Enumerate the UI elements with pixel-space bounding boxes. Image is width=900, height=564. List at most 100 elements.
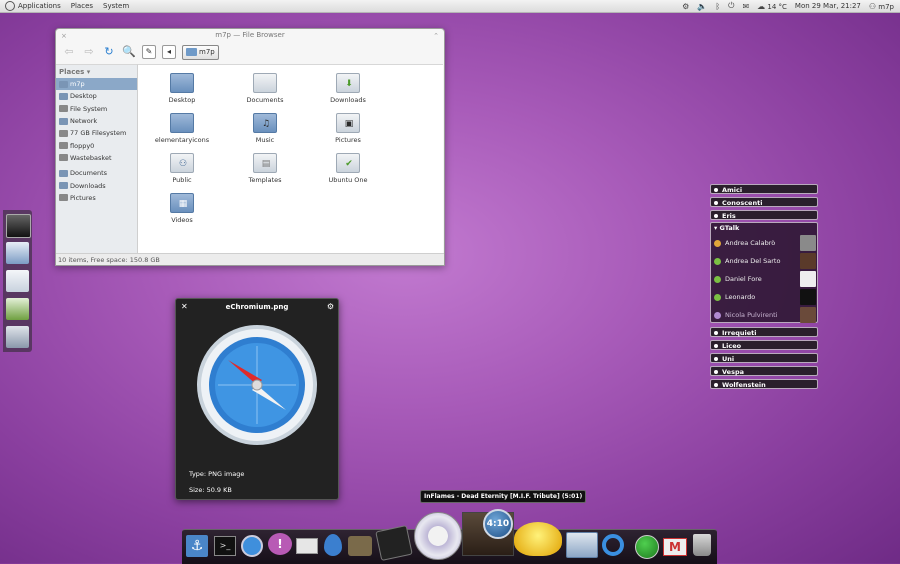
path-left-arrow-icon[interactable]: ◂ xyxy=(162,45,176,59)
file-item-public[interactable]: ⚇ Public xyxy=(152,153,212,184)
drive-icon xyxy=(59,105,68,113)
contact-group-eris[interactable]: Eris xyxy=(710,210,818,220)
file-item-downloads[interactable]: ⬇ Downloads xyxy=(318,73,378,104)
sidebar-item-desktop[interactable]: Desktop xyxy=(56,90,137,102)
contact-group-wolfenstein[interactable]: Wolfenstein xyxy=(710,379,818,389)
file-item-pictures[interactable]: ▣ Pictures xyxy=(318,113,378,144)
group-label: Uni xyxy=(722,355,735,363)
gear-icon[interactable]: ⚙ xyxy=(327,302,334,311)
sidebar-item-floppy0[interactable]: floppy0 xyxy=(56,139,137,151)
system-menu[interactable]: System xyxy=(103,2,129,10)
downloads-folder-icon: ⬇ xyxy=(336,73,360,93)
trash-icon[interactable] xyxy=(693,534,711,556)
contact-item[interactable]: Leonardo xyxy=(714,289,816,305)
sidebar-item-file-system[interactable]: File System xyxy=(56,103,137,115)
mail-icon[interactable]: ✉ xyxy=(742,2,749,11)
volume-icon[interactable]: 🔈 xyxy=(697,2,707,11)
chat-bubble-icon[interactable]: ! xyxy=(268,533,292,555)
user-menu[interactable]: ⚇ m7p xyxy=(869,2,894,11)
file-item-documents[interactable]: Documents xyxy=(235,73,295,104)
close-icon[interactable]: ✕ xyxy=(181,302,188,311)
contact-group-uni[interactable]: Uni xyxy=(710,353,818,363)
avatar xyxy=(800,289,816,305)
contact-group-irrequieti[interactable]: Irrequieti xyxy=(710,327,818,337)
maximize-icon[interactable]: ⌃ xyxy=(433,30,439,43)
sidebar-item-pictures[interactable]: Pictures xyxy=(56,192,137,204)
file-item-elementaryicons[interactable]: elementaryicons xyxy=(152,113,212,144)
window-titlebar[interactable]: × ⌃ m7p — File Browser xyxy=(56,29,444,42)
contact-item[interactable]: Nicola Pulvirenti xyxy=(714,307,816,323)
file-item-ubuntu-one[interactable]: ✔ Ubuntu One xyxy=(318,153,378,184)
bullet-icon xyxy=(714,370,718,374)
preview-title: eChromium.png xyxy=(225,303,289,311)
temperature-label[interactable]: ☁ 14 °C xyxy=(757,2,787,11)
home-folder-icon[interactable] xyxy=(6,242,29,264)
file-item-templates[interactable]: ▤ Templates xyxy=(235,153,295,184)
monitor-icon[interactable] xyxy=(6,214,31,238)
applications-menu[interactable]: Applications xyxy=(18,2,61,10)
contact-group-liceo[interactable]: Liceo xyxy=(710,340,818,350)
sidebar-item-label: Network xyxy=(70,117,98,126)
terminal-icon[interactable]: >_ xyxy=(214,536,236,556)
sidebar-item-network[interactable]: Network xyxy=(56,115,137,127)
contact-item[interactable]: Andrea Del Sarto xyxy=(714,253,816,269)
record-icon[interactable] xyxy=(635,535,659,559)
file-item-videos[interactable]: ▦ Videos xyxy=(152,193,212,224)
contact-group-conoscenti[interactable]: Conoscenti xyxy=(710,197,818,207)
gear-icon[interactable]: ⚙ xyxy=(682,2,689,11)
avatar xyxy=(800,271,816,287)
sidebar-item-wastebasket[interactable]: Wastebasket xyxy=(56,152,137,164)
group-label: Conoscenti xyxy=(722,199,763,207)
bluetooth-icon[interactable]: ᛒ xyxy=(715,2,720,11)
anchor-icon[interactable]: ⚓ xyxy=(186,535,208,557)
clock-icon[interactable]: 4:10 xyxy=(483,509,513,539)
avatar xyxy=(800,253,816,269)
search-icon[interactable]: 🔍 xyxy=(122,45,136,59)
left-dock xyxy=(3,210,32,352)
sidebar-item-77gb[interactable]: 77 GB Filesystem xyxy=(56,127,137,139)
back-arrow-icon[interactable]: ⇦ xyxy=(62,45,76,59)
mail-icon[interactable] xyxy=(296,538,318,554)
documents-folder-icon[interactable] xyxy=(6,270,29,292)
gtalk-header[interactable]: ▾ GTalk xyxy=(711,223,817,233)
sidebar-item-m7p[interactable]: m7p xyxy=(56,78,137,91)
reload-icon[interactable]: ↻ xyxy=(102,45,116,59)
sidebar-item-documents[interactable]: Documents xyxy=(56,167,137,179)
power-icon[interactable]: ⏻ xyxy=(728,1,734,11)
cloud-icon: ☁ xyxy=(757,1,766,11)
water-drop-icon[interactable] xyxy=(324,534,342,556)
contact-group-vespa[interactable]: Vespa xyxy=(710,366,818,376)
contact-item[interactable]: Andrea Calabrò xyxy=(714,235,816,251)
sidebar-item-downloads[interactable]: Downloads xyxy=(56,179,137,191)
folder-icon xyxy=(59,194,68,202)
places-header[interactable]: Places ▾ xyxy=(56,65,137,78)
update-icon[interactable] xyxy=(602,534,624,556)
clock-label[interactable]: Mon 29 Mar, 21:27 xyxy=(795,2,861,10)
file-item-desktop[interactable]: Desktop xyxy=(152,73,212,104)
download-arrow-icon: ⬇ xyxy=(345,79,353,89)
contact-item[interactable]: Daniel Fore xyxy=(714,271,816,287)
aperture-icon[interactable] xyxy=(414,512,462,560)
bullet-icon xyxy=(714,357,718,361)
places-menu[interactable]: Places xyxy=(71,2,93,10)
file-item-label: elementaryicons xyxy=(154,136,210,144)
file-manager-icon[interactable] xyxy=(566,532,598,558)
path-button-m7p[interactable]: m7p xyxy=(182,44,219,60)
forward-arrow-icon[interactable]: ⇨ xyxy=(82,45,96,59)
compass-icon[interactable] xyxy=(241,535,263,557)
contact-group-amici[interactable]: Amici xyxy=(710,184,818,194)
contact-name: Leonardo xyxy=(725,293,756,301)
check-icon: ✔ xyxy=(345,159,353,169)
status-online-icon xyxy=(714,275,721,283)
camera-icon: ▣ xyxy=(344,119,354,129)
file-item-music[interactable]: ♫ Music xyxy=(235,113,295,144)
pictures-folder-icon[interactable] xyxy=(6,326,29,348)
teapot-icon[interactable] xyxy=(514,522,562,556)
gimp-icon[interactable] xyxy=(348,536,372,556)
close-icon[interactable]: × xyxy=(61,30,67,43)
videos-folder-icon: ▦ xyxy=(170,193,194,213)
ubuntu-logo-icon[interactable] xyxy=(5,1,15,11)
gmail-icon[interactable]: M xyxy=(663,538,687,556)
downloads-folder-icon[interactable] xyxy=(6,298,29,320)
edit-path-icon[interactable]: ✎ xyxy=(142,45,156,59)
